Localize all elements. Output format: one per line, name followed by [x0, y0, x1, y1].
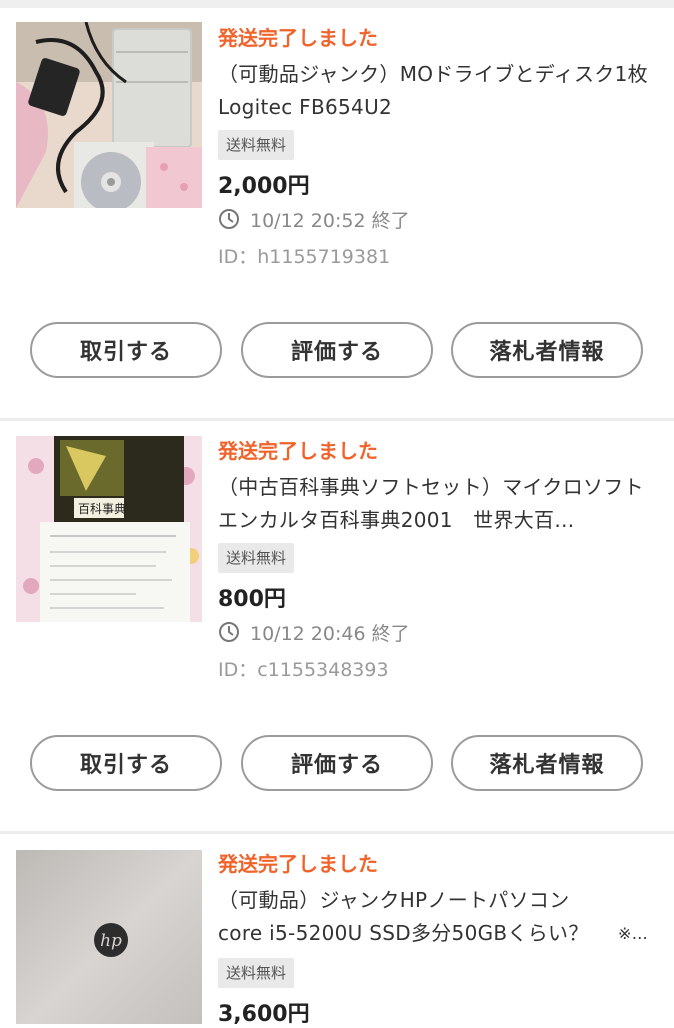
- status-label: 発送完了しました: [218, 26, 378, 50]
- item-title-line2-text: core i5-5200U SSD多分50GBくらい？: [218, 921, 589, 945]
- item-title[interactable]: （可動品ジャンク）MOドライブとディスク1枚 Logitec FB654U2: [218, 58, 648, 124]
- list-item[interactable]: hp 発送完了しました （可動品）ジャンクHPノートパソコン core i5-5…: [0, 834, 674, 1027]
- clock-icon: [219, 622, 239, 642]
- encarta-label: 百科事典: [78, 502, 126, 516]
- encarta-box-photo-icon: 百科事典: [16, 436, 202, 622]
- item-thumbnail[interactable]: 百科事典: [16, 436, 202, 622]
- hp-logo-text: hp: [100, 931, 122, 951]
- end-time: 10/12 20:46 終了: [218, 619, 410, 645]
- list-item[interactable]: 発送完了しました （可動品ジャンク）MOドライブとディスク1枚 Logitec …: [0, 8, 674, 418]
- free-shipping-badge: 送料無料: [218, 130, 295, 160]
- item-thumbnail[interactable]: hp: [16, 850, 202, 1024]
- free-shipping-badge: 送料無料: [218, 958, 295, 988]
- item-title[interactable]: （可動品）ジャンクHPノートパソコン core i5-5200U SSD多分50…: [218, 884, 648, 950]
- end-time-text: 10/12 20:52 終了: [250, 209, 410, 232]
- hp-laptop-photo-icon: hp: [16, 850, 202, 1024]
- item-title-line1: （可動品）ジャンクHPノートパソコン: [218, 888, 570, 912]
- end-time-text: 10/12 20:46 終了: [250, 622, 410, 645]
- item-title-line2: core i5-5200U SSD多分50GBくらい？ ※…: [218, 917, 648, 950]
- winner-info-button[interactable]: 落札者情報: [451, 322, 643, 378]
- status-label: 発送完了しました: [218, 852, 378, 876]
- item-thumbnail[interactable]: [16, 22, 202, 208]
- mo-drive-photo-icon: [16, 22, 202, 208]
- clock-icon: [219, 209, 239, 229]
- rate-button[interactable]: 評価する: [241, 322, 433, 378]
- item-title[interactable]: （中古百科事典ソフトセット）マイクロソフトエンカルタ百科事典2001 世界大百…: [218, 471, 648, 537]
- end-time: 10/12 20:52 終了: [218, 206, 410, 232]
- item-price: 3,600円: [218, 1002, 310, 1027]
- free-shipping-badge: 送料無料: [218, 543, 295, 573]
- item-price: 800円: [218, 587, 286, 612]
- rate-button[interactable]: 評価する: [241, 735, 433, 791]
- item-id: ID：h1155719381: [218, 246, 391, 268]
- trade-button[interactable]: 取引する: [30, 735, 222, 791]
- item-price: 2,000円: [218, 174, 310, 199]
- list-item[interactable]: 百科事典 発送完了しました （中古百科事典ソフトセット）マイクロソフトエンカルタ…: [0, 421, 674, 831]
- item-id: ID：c1155348393: [218, 659, 389, 681]
- winner-info-button[interactable]: 落札者情報: [451, 735, 643, 791]
- status-label: 発送完了しました: [218, 439, 378, 463]
- item-title-ellipsis: ※…: [617, 924, 648, 943]
- trade-button[interactable]: 取引する: [30, 322, 222, 378]
- top-divider: [0, 0, 674, 8]
